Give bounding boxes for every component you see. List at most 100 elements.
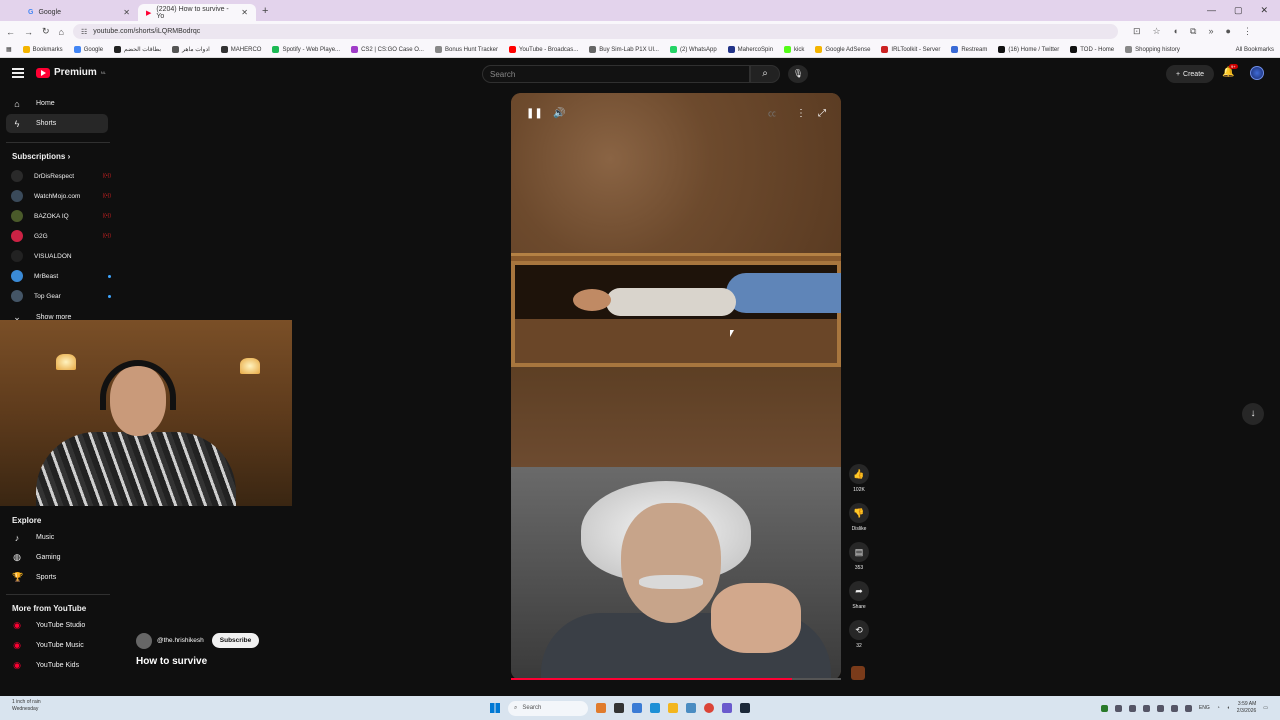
bookmark-item[interactable]: kick	[784, 46, 804, 53]
bookmark-item[interactable]: بطاقات الحضم	[114, 46, 161, 53]
bookmark-item[interactable]: Google	[73, 46, 103, 53]
subscription-item[interactable]: G2G ((•))	[11, 228, 111, 244]
speaker-icon[interactable]: ◖	[1227, 705, 1230, 711]
url-input[interactable]: ☷ youtube.com/shorts/iLQRMBodrqc	[72, 24, 1118, 39]
clock[interactable]: 3:59 AM 2/3/2026	[1237, 701, 1256, 715]
all-bookmarks-button[interactable]: All Bookmarks	[1236, 47, 1274, 53]
short-video-player[interactable]	[511, 93, 841, 680]
task-view-icon[interactable]	[614, 703, 624, 713]
file-explorer-icon[interactable]	[668, 703, 678, 713]
sidebar-item-gaming[interactable]: ◍ Gaming	[6, 548, 108, 567]
new-tab-icon[interactable]: +	[256, 5, 274, 17]
wifi-icon[interactable]: ◔	[1217, 705, 1220, 711]
search-input[interactable]: Search	[482, 65, 750, 83]
tab-youtube[interactable]: ▶ (2204) How to survive - Yo ✕	[138, 4, 256, 21]
close-tab-icon[interactable]: ✕	[123, 8, 130, 17]
bookmark-item[interactable]: Bookmarks	[22, 46, 63, 53]
search-button[interactable]: ⌕	[750, 65, 780, 83]
sound-thumbnail[interactable]	[851, 666, 865, 680]
close-tab-icon[interactable]: ✕	[241, 8, 248, 17]
profile-icon[interactable]: ●	[1226, 26, 1231, 37]
subscription-item[interactable]: VISUALDON	[11, 248, 111, 264]
bookmark-item[interactable]: Restream	[951, 46, 987, 53]
comments-button[interactable]: ▤ 353	[847, 542, 871, 571]
volume-icon[interactable]: 🔊	[553, 108, 565, 119]
tray-app-icon[interactable]	[1184, 704, 1192, 712]
sidebar-item-sports[interactable]: 🏆 Sports	[6, 568, 108, 587]
subscription-item[interactable]: Top Gear	[11, 288, 111, 304]
chevron-right-icon[interactable]: »	[1208, 26, 1213, 37]
subscription-item[interactable]: DrDisRespect ((•))	[11, 168, 111, 184]
channel-avatar[interactable]	[136, 633, 152, 649]
tab-google[interactable]: G Google ✕	[20, 4, 138, 21]
steam-icon[interactable]	[740, 703, 750, 713]
next-short-button[interactable]: ↓	[1242, 403, 1264, 425]
notification-center-icon[interactable]: ▭	[1263, 705, 1268, 711]
youtube-premium-logo[interactable]: Premium NL	[36, 67, 106, 78]
bookmark-item[interactable]: TOD - Home	[1070, 46, 1114, 53]
site-info-icon[interactable]: ☷	[81, 28, 87, 36]
bookmark-item[interactable]: Bonus Hunt Tracker	[434, 46, 498, 53]
bookmark-item[interactable]: YouTube - Broadcas...	[509, 46, 578, 53]
taskbar-app-icon[interactable]	[722, 703, 732, 713]
dislike-button[interactable]: 👎 Dislike	[847, 503, 871, 532]
subscription-item[interactable]: WatchMojo.com ((•))	[11, 188, 111, 204]
bookmark-item[interactable]: Spotify - Web Playe...	[272, 46, 340, 53]
create-button[interactable]: + Create	[1166, 65, 1214, 83]
subscriptions-heading[interactable]: Subscriptions ›	[12, 152, 70, 161]
bookmark-star-icon[interactable]: ☆	[1153, 26, 1161, 37]
close-window-icon[interactable]: ✕	[1260, 5, 1268, 16]
voice-search-button[interactable]: 🎙	[788, 65, 808, 83]
captions-icon[interactable]: ㏄	[768, 108, 776, 119]
taskbar-search[interactable]: ⌕ Search	[508, 700, 588, 716]
sidebar-item-youtube-kids[interactable]: ◉ YouTube Kids	[6, 656, 108, 675]
tray-app-icon[interactable]	[1156, 704, 1164, 712]
bookmark-item[interactable]: (2) WhatsApp	[669, 46, 717, 53]
bookmark-item[interactable]: Buy Sim-Lab P1X Ul...	[589, 46, 659, 53]
tray-app-icon[interactable]	[1142, 704, 1150, 712]
bookmark-item[interactable]: Shopping history	[1125, 46, 1180, 53]
bookmark-item[interactable]: Google AdSense	[815, 46, 870, 53]
tray-app-icon[interactable]	[1100, 704, 1108, 712]
tray-app-icon[interactable]	[1114, 704, 1122, 712]
back-icon[interactable]: ←	[6, 27, 15, 37]
video-progress-bar[interactable]	[511, 678, 841, 680]
language-indicator[interactable]: ENG	[1199, 705, 1210, 711]
pause-icon[interactable]: ❚❚	[526, 108, 543, 119]
apps-grid-icon[interactable]: ▦	[6, 46, 12, 53]
sidebar-item-music[interactable]: ♪ Music	[6, 528, 108, 547]
home-icon[interactable]: ⌂	[59, 27, 64, 37]
chrome-icon[interactable]	[704, 703, 714, 713]
channel-handle[interactable]: @the.hrishikesh	[157, 637, 204, 644]
menu-icon[interactable]	[12, 68, 24, 78]
tray-app-icon[interactable]	[1128, 704, 1136, 712]
bookmark-item[interactable]: MAHERCO	[220, 46, 261, 53]
taskbar-app-icon[interactable]	[596, 703, 606, 713]
maximize-icon[interactable]: ▢	[1234, 5, 1243, 16]
remix-button[interactable]: ⟲ 32	[847, 620, 871, 649]
share-button[interactable]: ➦ Share	[847, 581, 871, 610]
sidebar-item-youtube-studio[interactable]: ◉ YouTube Studio	[6, 616, 108, 635]
menu-dots-icon[interactable]: ⋮	[1243, 26, 1252, 37]
reload-icon[interactable]: ↻	[42, 26, 50, 37]
account-avatar[interactable]	[1250, 66, 1264, 80]
taskbar-app-icon[interactable]	[686, 703, 696, 713]
bookmark-item[interactable]: ادوات ماهر	[172, 46, 210, 53]
bookmark-item[interactable]: IRLToolkit - Server	[881, 46, 940, 53]
like-button[interactable]: 👍 102K	[847, 464, 871, 493]
extensions-icon[interactable]: ⧉	[1190, 26, 1196, 37]
weather-widget[interactable]: 1 inch of rain Wednesday	[12, 699, 41, 713]
subscription-item[interactable]: BAZOKA IQ ((•))	[11, 208, 111, 224]
tray-app-icon[interactable]	[1170, 704, 1178, 712]
forward-icon[interactable]: →	[24, 27, 33, 37]
subscribe-button[interactable]: Subscribe	[212, 633, 259, 648]
sidebar-item-home[interactable]: ⌂ Home	[6, 94, 108, 113]
edge-icon[interactable]	[650, 703, 660, 713]
more-options-icon[interactable]: ⋮	[796, 108, 806, 119]
taskbar-app-icon[interactable]	[632, 703, 642, 713]
subscription-item[interactable]: MrBeast	[11, 268, 111, 284]
minimize-icon[interactable]: —	[1207, 5, 1216, 16]
sidebar-item-shorts[interactable]: ϟ Shorts	[6, 114, 108, 133]
bookmark-item[interactable]: (16) Home / Twitter	[998, 46, 1059, 53]
bookmark-item[interactable]: CS2 | CS:GO Case O...	[351, 46, 424, 53]
